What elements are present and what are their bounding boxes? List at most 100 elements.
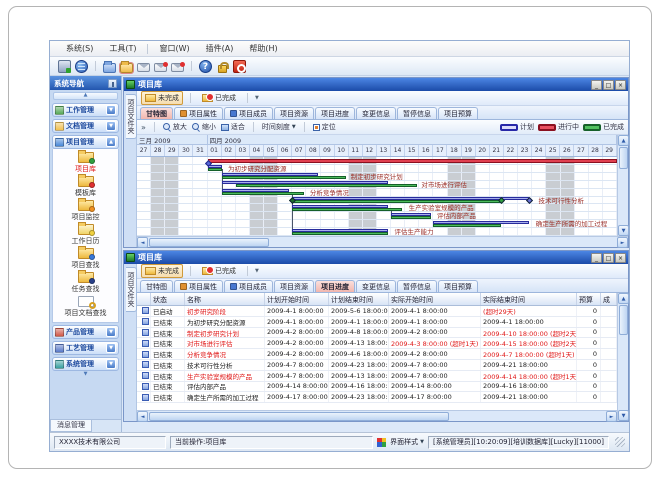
sidebar-group-5[interactable]: 系统管理▼ <box>52 357 119 371</box>
scroll-left-icon[interactable]: ◄ <box>137 411 148 422</box>
group-arrow-icon[interactable]: ▼ <box>106 327 116 337</box>
sidebar-item-项目库[interactable]: 项目库 <box>75 151 96 175</box>
menu-item-0[interactable]: 系统(S) <box>58 42 101 55</box>
more-groups-icon[interactable]: ▼ <box>52 371 119 378</box>
filter-未完成[interactable]: 未完成 <box>141 91 183 105</box>
sidebar-group-2[interactable]: 项目管理▲ <box>52 135 119 149</box>
scroll-down-icon[interactable]: ▼ <box>618 225 629 236</box>
tab-project-folder[interactable]: 项目文件夹 <box>126 267 137 312</box>
actual-bar-为初步研究分配资源[interactable] <box>208 168 222 171</box>
minimize-icon[interactable]: _ <box>591 80 602 90</box>
header-实际结束时间[interactable]: 实际结束时间 <box>481 293 577 305</box>
group-arrow-icon[interactable]: ▼ <box>106 359 116 369</box>
scroll-left-icon[interactable]: ◄ <box>137 237 148 248</box>
filter-未完成[interactable]: 未完成 <box>141 264 183 278</box>
exit-icon[interactable] <box>233 60 246 73</box>
menu-item-2[interactable]: 窗口(W) <box>151 42 197 55</box>
tab-甘特图[interactable]: 甘特图 <box>140 107 173 119</box>
sidebar-item-模板库[interactable]: 模板库 <box>75 175 96 199</box>
scroll-thumb[interactable] <box>149 412 449 421</box>
mail-icon[interactable] <box>137 63 150 72</box>
more-icon[interactable]: ▼ <box>255 268 259 274</box>
sidebar-item-项目查找[interactable]: 项目查找 <box>72 247 100 271</box>
actual-bar-评估内部产品[interactable] <box>391 216 431 219</box>
table-vertical-scrollbar[interactable]: ▲ ▼ <box>617 293 628 421</box>
tab-项目属性[interactable]: 项目属性 <box>174 280 223 292</box>
scroll-down-icon[interactable]: ▼ <box>618 410 629 421</box>
zoom-out-button[interactable]: 缩小 <box>192 122 216 132</box>
tab-项目成员[interactable]: 项目成员 <box>224 107 273 119</box>
sidebar-item-工作日历[interactable]: 工作日历 <box>72 223 100 247</box>
tab-项目属性[interactable]: 项目属性 <box>174 107 223 119</box>
close-icon[interactable]: × <box>615 80 626 90</box>
group-arrow-icon[interactable]: ▼ <box>106 343 116 353</box>
group-arrow-icon[interactable]: ▼ <box>106 121 116 131</box>
minimize-icon[interactable]: _ <box>591 253 602 263</box>
group-arrow-icon[interactable]: ▼ <box>106 105 116 115</box>
menu-item-3[interactable]: 插件(A) <box>198 42 242 55</box>
sidebar-group-1[interactable]: 文档管理▼ <box>52 119 119 133</box>
lock-icon[interactable] <box>218 65 227 73</box>
table-row[interactable]: 已结束分析竞争情况2009-4-2 8:00:002009-4-6 18:00:… <box>137 349 617 360</box>
actual-bar-分析竞争情况[interactable] <box>222 192 304 195</box>
table-row[interactable]: 已结束评估内部产品2009-4-14 8:00:002009-4-16 18:0… <box>137 382 617 393</box>
actual-bar-生产实验室规模的产品[interactable] <box>292 208 402 211</box>
header-计划结束时间[interactable]: 计划结束时间 <box>329 293 389 305</box>
actual-bar-确定生产所需的加工过程[interactable] <box>433 224 501 227</box>
mail-stamp-icon[interactable] <box>171 63 184 72</box>
restore-icon[interactable]: □ <box>603 253 614 263</box>
table-row[interactable]: 已启动初步研究阶段2009-4-1 8:00:002009-5-6 18:00:… <box>137 306 617 317</box>
mail-alert-icon[interactable] <box>154 63 167 72</box>
tab-项目资源[interactable]: 项目资源 <box>274 107 314 119</box>
folder-window-icon[interactable] <box>120 63 133 73</box>
overflow-chevron-icon[interactable]: » <box>141 123 146 132</box>
sidebar-group-0[interactable]: 工作管理▼ <box>52 103 119 117</box>
resize-grip[interactable] <box>615 437 625 447</box>
table-row[interactable]: 已结束为初步研究分配资源2009-4-1 8:00:002009-4-1 18:… <box>137 317 617 328</box>
pin-icon[interactable] <box>108 79 117 88</box>
actual-bar-技术可行性分析[interactable] <box>292 200 501 203</box>
sidebar-collapse-button[interactable] <box>53 92 118 100</box>
help-icon[interactable]: ? <box>199 60 212 73</box>
new-session-icon[interactable] <box>58 60 71 73</box>
scroll-thumb[interactable] <box>619 147 628 169</box>
tab-暂停信息[interactable]: 暂停信息 <box>397 107 437 119</box>
actual-bar-评估生产能力[interactable] <box>292 232 388 235</box>
filter-已完成[interactable]: 已完成 <box>198 91 240 105</box>
sidebar-group-4[interactable]: 工艺管理▼ <box>52 341 119 355</box>
menu-item-1[interactable]: 工具(T) <box>101 42 144 55</box>
tab-变更信息[interactable]: 变更信息 <box>356 107 396 119</box>
gantt-chart-area[interactable]: 为初步研究分配资源制定初步研究计划对市场进行评估分析竞争情况技术可行性分析生产实… <box>137 157 617 236</box>
table-row[interactable]: 已结束技术可行性分析2009-4-7 8:00:002009-4-23 18:0… <box>137 360 617 371</box>
header-计划开始时间[interactable]: 计划开始时间 <box>265 293 329 305</box>
scroll-thumb[interactable] <box>619 305 628 335</box>
more-icon[interactable]: ▼ <box>255 95 259 101</box>
zoom-in-button[interactable]: 放大 <box>163 122 187 132</box>
tab-项目资源[interactable]: 项目资源 <box>274 280 314 292</box>
close-icon[interactable]: × <box>615 253 626 263</box>
menu-item-4[interactable]: 帮助(H) <box>241 42 285 55</box>
header-实际开始时间[interactable]: 实际开始时间 <box>389 293 481 305</box>
tab-项目预算[interactable]: 项目预算 <box>438 280 478 292</box>
sidebar-group-3[interactable]: 产品管理▼ <box>52 325 119 339</box>
fit-button[interactable]: 适合 <box>221 122 245 132</box>
filter-已完成[interactable]: 已完成 <box>198 264 240 278</box>
tab-message-management[interactable]: 消息管理 <box>50 420 92 432</box>
folder-icon[interactable] <box>103 63 116 73</box>
table-row[interactable]: 已结束对市场进行评估2009-4-2 8:00:002009-4-13 18:0… <box>137 338 617 349</box>
table-row[interactable]: 已结束制定初步研究计划2009-4-2 8:00:002009-4-8 18:0… <box>137 328 617 339</box>
header-成[interactable]: 成 <box>601 293 617 305</box>
tab-暂停信息[interactable]: 暂停信息 <box>397 280 437 292</box>
actual-bar-制定初步研究计划[interactable] <box>222 176 346 179</box>
table-horizontal-scrollbar[interactable]: ◄ ► <box>137 410 617 421</box>
tab-变更信息[interactable]: 变更信息 <box>356 280 396 292</box>
summary-bar-初步研究阶段[interactable] <box>208 159 617 163</box>
time-scale-button[interactable]: 时间刻度▼ <box>262 122 296 132</box>
globe-icon[interactable] <box>75 60 88 73</box>
tab-项目成员[interactable]: 项目成员 <box>224 280 273 292</box>
actual-bar-对市场进行评估[interactable] <box>236 184 417 187</box>
table-row[interactable]: 已结束确定生产所需的加工过程2009-4-17 8:00:002009-4-23… <box>137 392 617 403</box>
tab-project-folder[interactable]: 项目文件夹 <box>126 94 137 139</box>
header-名称[interactable]: 名称 <box>185 293 265 305</box>
scroll-up-icon[interactable]: ▲ <box>618 135 629 146</box>
